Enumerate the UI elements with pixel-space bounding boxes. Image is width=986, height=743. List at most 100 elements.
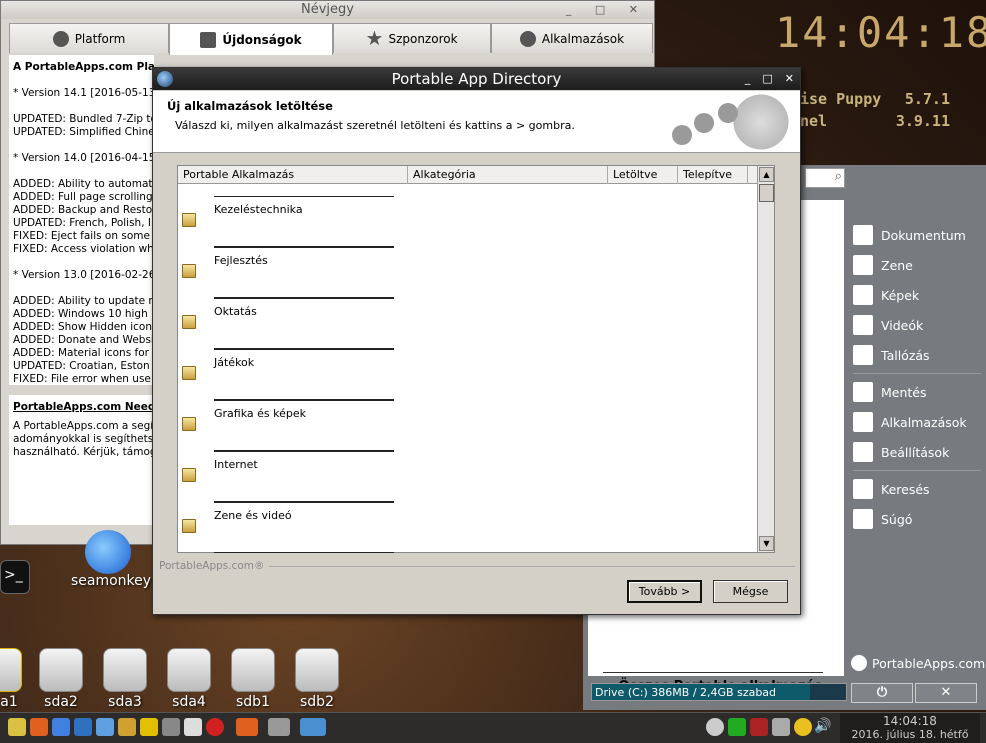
minimize-icon[interactable]: _ xyxy=(745,68,751,90)
volume-icon[interactable]: 🔊 xyxy=(814,718,832,736)
drive-label: a1 xyxy=(0,694,18,710)
news-line: UPDATED: Simplified Chines xyxy=(13,126,154,138)
help-icon xyxy=(853,509,873,529)
seamonkey-icon[interactable] xyxy=(85,530,131,574)
news-line xyxy=(13,256,150,269)
close-icon: ✕ xyxy=(940,685,952,700)
search-input[interactable]: ⌕ xyxy=(805,168,845,188)
drive-icon[interactable] xyxy=(231,648,275,692)
firefox-icon[interactable] xyxy=(30,718,48,736)
task-button[interactable] xyxy=(268,718,290,736)
tab-apps[interactable]: Alkalmazások xyxy=(491,23,653,53)
list-item[interactable]: Játékok xyxy=(182,349,412,400)
sidebar-item-label: Súgó xyxy=(881,511,913,527)
sidebar-item[interactable]: Videók xyxy=(853,310,981,340)
news-line: ADDED: Show Hidden icons xyxy=(13,321,154,333)
news-line: UPDATED: Croatian, Eston xyxy=(13,360,150,372)
cloud-devices-icon xyxy=(672,103,738,145)
app-icon[interactable] xyxy=(184,718,202,736)
cancel-button[interactable]: Mégse xyxy=(713,580,788,603)
sidebar-item[interactable]: Súgó xyxy=(853,504,981,534)
news-line: ADDED: Ability to update m xyxy=(13,295,154,307)
power-icon[interactable] xyxy=(206,718,224,736)
pictures-icon xyxy=(853,285,873,305)
needs-heading[interactable]: PortableApps.com Need xyxy=(13,401,154,414)
news-line: FIXED: Access violation wh xyxy=(13,243,154,255)
news-line: * Version 14.0 [2016-04-15 xyxy=(13,152,154,164)
tab-news[interactable]: Újdonságok xyxy=(169,23,333,55)
news-line: ADDED: Ability to automati xyxy=(13,178,154,190)
sidebar-item[interactable]: Zene xyxy=(853,250,981,280)
app-icon[interactable] xyxy=(74,718,92,736)
tray-icon[interactable] xyxy=(794,718,812,736)
sidebar-item[interactable]: Képek xyxy=(853,280,981,310)
taskbar-clock[interactable]: 14:04:18 2016. július 18. hétfő xyxy=(840,713,980,743)
sidebar-item[interactable]: Tallózás xyxy=(853,340,981,370)
news-line: FIXED: File error when use xyxy=(13,373,151,385)
drive-icon[interactable] xyxy=(103,648,147,692)
list-item[interactable]: Oktatás xyxy=(182,298,412,349)
news-line xyxy=(13,165,150,178)
sidebar-item-label: Beállítások xyxy=(881,444,950,460)
tab-platform[interactable]: Platform xyxy=(9,23,169,53)
list-item[interactable]: Kezeléstechnika xyxy=(182,196,412,247)
scroll-up-button[interactable]: ▲ xyxy=(759,167,774,182)
news-line xyxy=(13,139,150,152)
tray-icon[interactable] xyxy=(706,718,724,736)
news-line: UPDATED: French, Polish, I xyxy=(13,217,151,229)
list-item[interactable]: Grafika és képek xyxy=(182,400,412,451)
window-controls[interactable]: _ □ ✕ xyxy=(566,1,648,19)
camera-icon[interactable] xyxy=(162,718,180,736)
app-icon[interactable] xyxy=(118,718,136,736)
list-item[interactable]: Zene és videó xyxy=(182,502,412,553)
tab-sponsors[interactable]: Szponzorok xyxy=(333,23,491,53)
shield-icon[interactable] xyxy=(728,718,746,736)
category-label: Internet xyxy=(214,451,394,502)
power-button[interactable]: ⏻ xyxy=(851,683,913,703)
dialog-titlebar[interactable]: Portable App Directory _ □ ✕ xyxy=(153,68,800,90)
sidebar-item[interactable]: Dokumentum xyxy=(853,220,981,250)
sidebar-item[interactable]: Beállítások xyxy=(853,437,981,467)
app-icon[interactable] xyxy=(8,718,26,736)
close-menu-button[interactable]: ✕ xyxy=(915,683,977,703)
drive-icon[interactable] xyxy=(39,648,83,692)
sidebar-item[interactable]: Mentés xyxy=(853,377,981,407)
sidebar-item[interactable]: Alkalmazások xyxy=(853,407,981,437)
folder-icon xyxy=(853,345,873,365)
drive-icon[interactable] xyxy=(167,648,211,692)
news-line: UPDATED: Bundled 7-Zip to xyxy=(13,113,154,125)
maximize-icon[interactable]: □ xyxy=(762,68,772,90)
window-controls[interactable]: _ □ ✕ xyxy=(745,68,794,90)
about-window-titlebar[interactable]: Névjegy _ □ ✕ xyxy=(1,1,654,19)
column-header-installed[interactable]: Telepítve xyxy=(678,166,748,184)
tray-icon[interactable] xyxy=(750,718,768,736)
scroll-thumb[interactable] xyxy=(759,184,774,202)
drive-icon[interactable] xyxy=(295,648,339,692)
portableapps-brand[interactable]: PortableApps.com xyxy=(851,655,985,671)
next-button[interactable]: Tovább > xyxy=(627,580,702,603)
needs-line: adományokkal is segíthetsz, a xyxy=(13,433,154,445)
scroll-down-button[interactable]: ▼ xyxy=(759,536,774,551)
list-item[interactable]: Fejlesztés xyxy=(182,247,412,298)
category-list[interactable]: Portable Alkalmazás Alkategória Letöltve… xyxy=(177,165,775,553)
app-icon[interactable] xyxy=(52,718,70,736)
drive-icon[interactable] xyxy=(0,648,22,692)
drive-label: sda3 xyxy=(108,694,142,710)
app-icon[interactable] xyxy=(140,718,158,736)
gear-icon xyxy=(853,442,873,462)
task-button[interactable] xyxy=(236,718,258,736)
terminal-icon[interactable]: >_ xyxy=(0,560,30,594)
column-header-downloaded[interactable]: Letöltve xyxy=(608,166,678,184)
sidebar-item[interactable]: Keresés xyxy=(853,474,981,504)
list-item[interactable]: Internet xyxy=(182,451,412,502)
column-header-subcategory[interactable]: Alkategória xyxy=(408,166,608,184)
portableapps-logo-icon xyxy=(851,655,867,671)
task-button[interactable] xyxy=(300,718,326,736)
close-icon[interactable]: ✕ xyxy=(785,68,794,90)
sidebar-item-label: Dokumentum xyxy=(881,227,966,243)
folder-icon xyxy=(182,315,196,329)
column-header-app[interactable]: Portable Alkalmazás xyxy=(178,166,408,184)
app-icon[interactable] xyxy=(96,718,114,736)
list-scrollbar[interactable]: ▲ ▼ xyxy=(757,166,774,552)
network-icon[interactable] xyxy=(772,718,790,736)
